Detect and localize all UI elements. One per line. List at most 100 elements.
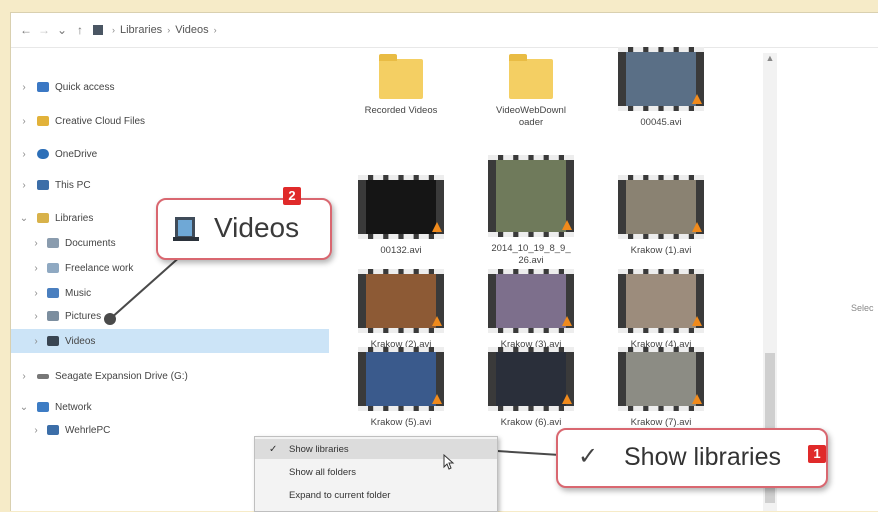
pictures-icon (47, 311, 59, 321)
forward-arrow-icon[interactable]: → (35, 23, 53, 37)
file-label-line: VideoWebDownl (496, 105, 566, 116)
expand-chevron-icon[interactable]: › (31, 238, 41, 249)
recent-locations-chevron-icon[interactable]: ⌄ (53, 23, 71, 37)
nav-item-label: Videos (65, 335, 96, 347)
expand-chevron-icon[interactable]: › (19, 180, 29, 191)
nav-item-this-pc[interactable]: › This PC (11, 175, 329, 195)
nav-pane-context-menu: ✓ Show libraries Show all folders Expand… (254, 436, 498, 512)
nav-item-label: Creative Cloud Files (55, 115, 146, 127)
video-thumbnail (358, 347, 444, 411)
file-label: 2014_10_19_8_9_ 26.avi (471, 243, 591, 267)
video-thumbnail (488, 155, 574, 237)
expand-chevron-icon[interactable]: › (19, 82, 29, 93)
nav-item-label: WehrlePC (65, 424, 111, 436)
pc-icon (47, 425, 59, 435)
up-arrow-icon[interactable]: ↑ (71, 23, 89, 37)
file-tile-krakow-7[interactable]: Krakow (7).avi (601, 347, 721, 429)
nav-item-label: This PC (55, 179, 91, 191)
collapse-chevron-icon[interactable]: ⌄ (19, 213, 29, 224)
nav-item-onedrive[interactable]: › OneDrive (11, 144, 329, 164)
checkmark-icon: ✓ (578, 443, 599, 470)
documents-icon (47, 238, 59, 248)
video-thumbnail (618, 47, 704, 111)
nav-item-pictures[interactable]: › Pictures (11, 306, 329, 326)
library-icon (47, 263, 59, 273)
video-thumbnail (618, 347, 704, 411)
file-tile-krakow-5[interactable]: Krakow (5).avi (341, 347, 461, 429)
breadcrumb-libraries[interactable]: Libraries (120, 24, 162, 36)
nav-item-label: Freelance work (65, 262, 134, 274)
nav-item-seagate-drive[interactable]: › Seagate Expansion Drive (G:) (11, 366, 329, 386)
nav-item-label: Music (65, 287, 92, 299)
file-label-line: 2014_10_19_8_9_ (491, 243, 571, 254)
file-label: VideoWebDownl oader (471, 105, 591, 129)
file-label-line: 26.avi (518, 255, 544, 266)
file-tile-2014-10-19[interactable]: 2014_10_19_8_9_ 26.avi (471, 155, 591, 267)
cloud-icon (37, 149, 49, 159)
expand-chevron-icon[interactable]: › (31, 336, 41, 347)
file-tile-krakow-2[interactable]: Krakow (2).avi (341, 269, 461, 351)
menu-item-label: Show all folders (289, 466, 357, 478)
nav-item-label: Network (55, 401, 92, 413)
file-label: 00045.avi (640, 117, 682, 128)
nav-item-quick-access[interactable]: › Quick access (11, 77, 329, 97)
file-tile-00132[interactable]: 00132.avi (341, 175, 461, 257)
mouse-cursor-icon (443, 454, 455, 470)
expand-chevron-icon[interactable]: › (19, 116, 29, 127)
video-thumbnail (488, 269, 574, 333)
step-badge-2: 2 (283, 187, 301, 205)
menu-item-label: Show libraries (289, 443, 349, 455)
folder-icon (379, 54, 423, 99)
menu-item-expand-to-current-folder[interactable]: Expand to current folder (255, 485, 497, 505)
nav-item-music[interactable]: › Music (11, 283, 329, 303)
file-tile-recorded-videos[interactable]: Recorded Videos (341, 51, 461, 117)
expand-chevron-icon[interactable]: › (31, 263, 41, 274)
file-tile-00045[interactable]: 00045.avi (601, 47, 721, 129)
nav-item-creative-cloud-files[interactable]: › Creative Cloud Files (11, 111, 329, 131)
menu-item-show-libraries[interactable]: ✓ Show libraries (255, 439, 497, 459)
crumb-separator: › (213, 25, 217, 35)
nav-item-label: Pictures (65, 310, 102, 322)
checkmark-icon: ✓ (269, 443, 278, 455)
file-tile-krakow-1[interactable]: Krakow (1).avi (601, 175, 721, 257)
file-tile-videowebdownloader[interactable]: VideoWebDownl oader (471, 51, 591, 129)
back-arrow-icon[interactable]: ← (17, 23, 35, 37)
nav-item-label: Quick access (55, 81, 115, 93)
file-tile-krakow-4[interactable]: Krakow (4).avi (601, 269, 721, 351)
expand-chevron-icon[interactable]: › (31, 425, 41, 436)
video-thumbnail (618, 175, 704, 239)
star-icon (37, 82, 49, 92)
libraries-icon (93, 25, 103, 35)
callout-videos: Videos (156, 198, 332, 260)
menu-item-label: Expand to current folder (289, 489, 391, 501)
nav-item-videos[interactable]: › Videos (11, 329, 329, 353)
collapse-chevron-icon[interactable]: ⌄ (19, 402, 29, 413)
callout-label: Show libraries (624, 443, 782, 471)
expand-chevron-icon[interactable]: › (19, 149, 29, 160)
video-thumbnail (358, 175, 444, 239)
expand-chevron-icon[interactable]: › (31, 288, 41, 299)
folder-icon (37, 116, 49, 126)
file-label: Krakow (1).avi (630, 245, 692, 256)
expand-chevron-icon[interactable]: › (19, 371, 29, 382)
nav-item-freelance-work[interactable]: › Freelance work (11, 258, 329, 278)
network-icon (37, 402, 49, 412)
file-label: Krakow (5).avi (370, 417, 432, 428)
expand-chevron-icon[interactable]: › (31, 311, 41, 322)
video-thumbnail (358, 269, 444, 333)
crumb-separator: › (112, 25, 115, 35)
nav-item-label: Documents (65, 237, 116, 249)
file-tile-krakow-3[interactable]: Krakow (3).avi (471, 269, 591, 351)
crumb-separator: › (167, 25, 171, 35)
menu-item-show-all-folders[interactable]: Show all folders (255, 462, 497, 482)
scroll-up-arrow-icon[interactable]: ▲ (763, 53, 777, 63)
video-thumbnail (618, 269, 704, 333)
file-label-line: oader (518, 117, 544, 128)
file-tile-krakow-6[interactable]: Krakow (6).avi (471, 347, 591, 429)
folder-icon (509, 54, 553, 99)
breadcrumb-videos[interactable]: Videos (175, 24, 208, 36)
nav-item-label: Seagate Expansion Drive (G:) (55, 370, 188, 382)
music-icon (47, 288, 59, 298)
nav-item-network[interactable]: ⌄ Network (11, 397, 329, 417)
library-icon (37, 213, 49, 223)
